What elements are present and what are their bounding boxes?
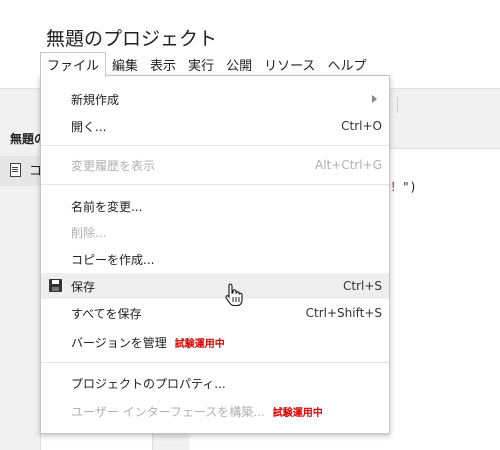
floppy-disk-icon xyxy=(49,279,62,292)
menu-publish[interactable]: 公開 xyxy=(220,52,258,76)
menu-separator xyxy=(41,362,389,363)
menu-item-open-label: 開く... xyxy=(71,120,107,134)
chevron-right-icon xyxy=(372,95,377,103)
experimental-badge: 試験運用中 xyxy=(272,408,323,419)
menu-edit[interactable]: 編集 xyxy=(106,52,144,76)
menu-item-rename-label: 名前を変更... xyxy=(71,200,143,214)
menu-item-copy[interactable]: コピーを作成... xyxy=(41,246,389,272)
menu-item-history: 変更履歴を表示 Alt+Ctrl+G xyxy=(41,152,389,178)
menu-help[interactable]: ヘルプ xyxy=(321,52,372,76)
menu-item-properties[interactable]: プロジェクトのプロパティ... xyxy=(41,370,389,396)
menu-item-save-label: 保存 xyxy=(71,280,96,294)
experimental-badge: 試験運用中 xyxy=(174,339,225,350)
project-title[interactable]: 無題のプロジェクト xyxy=(46,24,217,51)
toolbar-separator xyxy=(397,97,398,113)
menu-item-ui-builder-label: ユーザー インターフェースを構築... 試験運用中 xyxy=(71,403,323,420)
menu-separator xyxy=(41,145,389,146)
menu-run[interactable]: 実行 xyxy=(182,52,220,76)
menu-item-properties-label: プロジェクトのプロパティ... xyxy=(71,377,226,391)
menu-bar: ファイル 編集 表示 実行 公開 リソース ヘルプ xyxy=(40,52,372,77)
menu-item-save[interactable]: 保存 Ctrl+S xyxy=(41,273,389,299)
menu-item-versions-text: バージョンを管理 xyxy=(71,336,167,350)
menu-item-ui-builder: ユーザー インターフェースを構築... 試験運用中 xyxy=(41,398,389,424)
code-close: ") xyxy=(402,180,417,194)
menu-item-save-shortcut: Ctrl+S xyxy=(342,279,382,293)
menu-item-new[interactable]: 新規作成 xyxy=(41,86,389,112)
menu-item-open[interactable]: 開く... Ctrl+O xyxy=(41,113,389,139)
document-icon xyxy=(10,163,21,177)
hand-pointer-icon xyxy=(225,283,243,307)
menu-item-history-shortcut: Alt+Ctrl+G xyxy=(314,158,382,172)
menu-item-history-label: 変更履歴を表示 xyxy=(71,159,156,173)
menu-item-open-shortcut: Ctrl+O xyxy=(341,119,382,133)
menu-item-versions-label: バージョンを管理 試験運用中 xyxy=(71,334,225,351)
menu-item-ui-builder-text: ユーザー インターフェースを構築... xyxy=(71,405,265,419)
menu-item-save-all-label: すべてを保存 xyxy=(71,307,142,321)
menu-item-rename[interactable]: 名前を変更... xyxy=(41,193,389,219)
menu-item-versions[interactable]: バージョンを管理 試験運用中 xyxy=(41,329,389,355)
menu-item-delete: 削除... xyxy=(41,219,389,245)
file-menu-dropdown: 新規作成 開く... Ctrl+O 変更履歴を表示 Alt+Ctrl+G 名前を… xyxy=(40,75,390,434)
menu-item-new-label: 新規作成 xyxy=(71,93,120,107)
menu-view[interactable]: 表示 xyxy=(144,52,182,76)
menu-item-delete-label: 削除... xyxy=(71,226,107,240)
menu-item-copy-label: コピーを作成... xyxy=(71,253,155,267)
menu-separator xyxy=(41,184,389,185)
menu-item-save-all[interactable]: すべてを保存 Ctrl+Shift+S xyxy=(41,300,389,326)
editor-tab-strip xyxy=(388,122,500,149)
menu-file[interactable]: ファイル xyxy=(40,52,107,77)
menu-item-save-all-shortcut: Ctrl+Shift+S xyxy=(305,306,382,320)
menu-resources[interactable]: リソース xyxy=(258,52,321,76)
